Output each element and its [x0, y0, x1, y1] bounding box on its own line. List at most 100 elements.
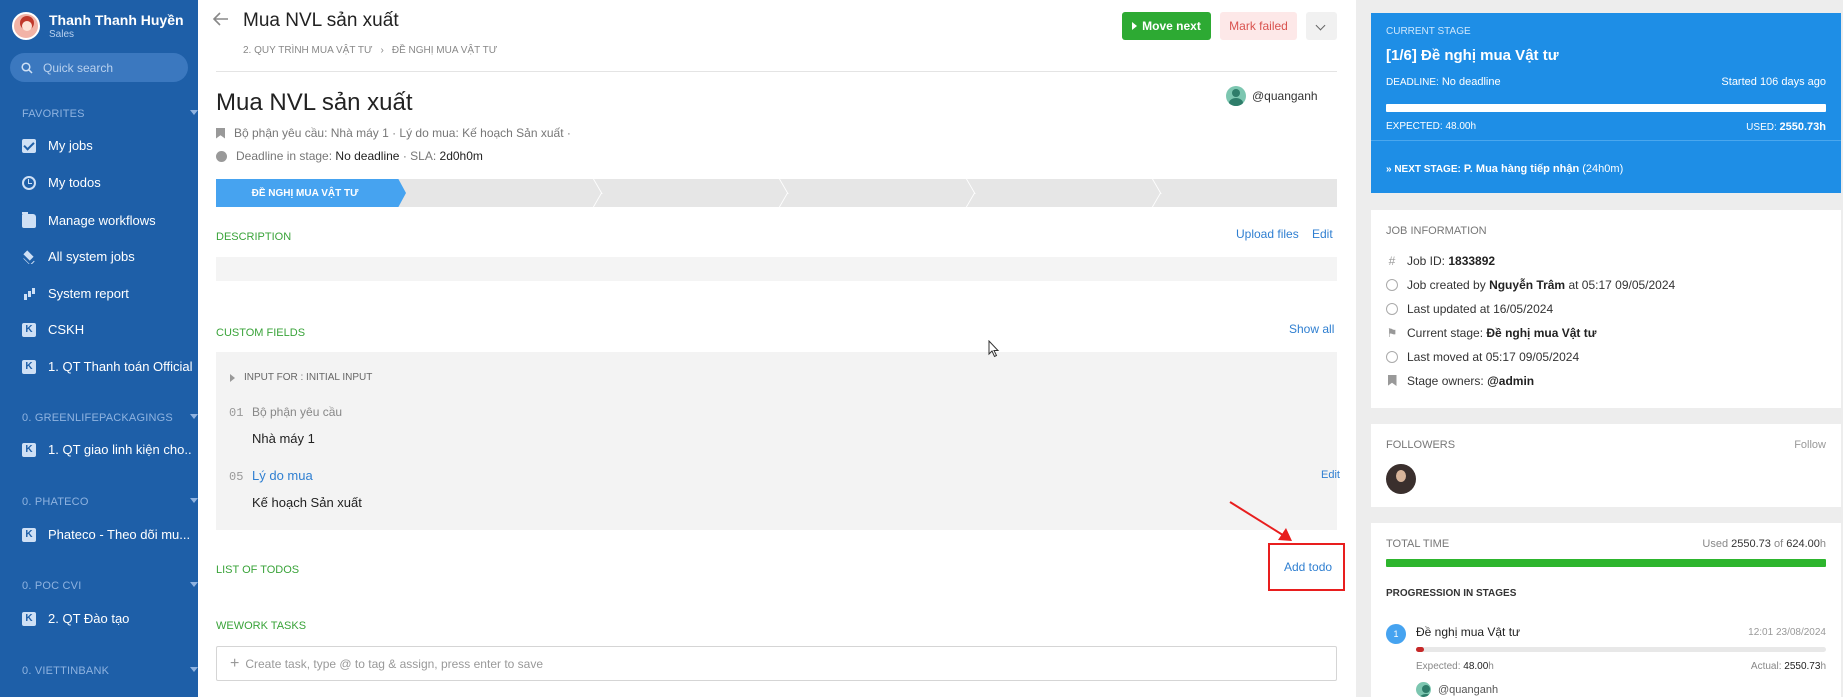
breadcrumb: 2. QUY TRÌNH MUA VẬT TƯ › ĐỀ NGHỊ MUA VẬ… — [243, 45, 497, 56]
current-stage-title: [1/6] Đề nghị mua Vật tư — [1386, 47, 1559, 64]
breadcrumb-stage[interactable]: ĐỀ NGHỊ MUA VẬT TƯ — [392, 45, 497, 56]
section-favorites[interactable]: FAVORITES — [22, 108, 198, 120]
chevron-down-icon — [190, 667, 198, 672]
bookmark-icon — [1386, 375, 1398, 387]
progression-label: PROGRESSION IN STAGES — [1386, 588, 1517, 599]
nav-phateco[interactable]: K Phateco - Theo dõi mu... — [22, 527, 192, 542]
nav-qt-thanh-toan[interactable]: K 1. QT Thanh toán Official — [22, 359, 192, 374]
search-icon — [21, 61, 33, 74]
breadcrumb-workflow[interactable]: 2. QUY TRÌNH MUA VẬT TƯ — [243, 45, 373, 56]
red-arrow-annotation — [1229, 501, 1292, 541]
play-icon — [1132, 22, 1138, 30]
back-arrow-icon[interactable] — [212, 10, 229, 31]
current-stage-card: CURRENT STAGE [1/6] Đề nghị mua Vật tư D… — [1371, 13, 1841, 193]
job-assignee[interactable]: @quanganh — [1226, 86, 1318, 106]
todos-label: LIST OF TODOS — [216, 564, 300, 576]
edit-field-link[interactable]: Edit — [1321, 469, 1340, 481]
chevron-down-icon — [190, 110, 198, 115]
current-stage-label: CURRENT STAGE — [1386, 26, 1471, 37]
user-profile[interactable]: Thanh Thanh Huyền Sales — [12, 12, 184, 40]
mouse-cursor-icon — [988, 340, 1000, 358]
quick-search[interactable] — [10, 53, 188, 82]
job-title: Mua NVL sản xuất — [216, 89, 413, 116]
current-stage-row: ⚑ Current stage: Đề nghị mua Vật tư — [1386, 326, 1597, 340]
divider — [1371, 140, 1841, 141]
section-greenlife[interactable]: 0. GREENLIFEPACKAGINGS — [22, 412, 198, 424]
workflow-k-icon: K — [22, 359, 36, 374]
move-next-button[interactable]: Move next — [1122, 12, 1211, 40]
mark-failed-button[interactable]: Mark failed — [1220, 12, 1297, 40]
owner-avatar — [1416, 682, 1431, 697]
workflow-k-icon: K — [22, 527, 36, 542]
layers-icon — [22, 250, 36, 264]
nav-qt-dao-tao[interactable]: K 2. QT Đào tạo — [22, 611, 192, 626]
job-deadline: Deadline in stage: No deadline · SLA: 2d… — [216, 149, 483, 163]
field-number: 01 — [229, 406, 244, 420]
section-viettinbank[interactable]: 0. VIETTINBANK — [22, 665, 198, 677]
workflow-k-icon: K — [22, 322, 36, 337]
workflow-k-icon: K — [22, 442, 36, 457]
edit-description-link[interactable]: Edit — [1312, 227, 1333, 241]
nav-cskh[interactable]: K CSKH — [22, 322, 192, 337]
total-time-used: Used 2550.73 of 624.00h — [1702, 538, 1826, 550]
total-time-label: TOTAL TIME — [1386, 538, 1450, 550]
highlight-box — [1268, 543, 1345, 591]
nav-all-system-jobs[interactable]: All system jobs — [22, 249, 192, 264]
job-id-row: # Job ID: 1833892 — [1386, 254, 1495, 268]
right-panel: CURRENT STAGE [1/6] Đề nghị mua Vật tư D… — [1356, 0, 1843, 697]
stage-owners-row: Stage owners: @admin — [1386, 374, 1534, 388]
field-label[interactable]: Lý do mua — [252, 468, 313, 483]
stage-name: Đề nghị mua Vật tư — [1416, 625, 1521, 639]
field-number: 05 — [229, 470, 244, 484]
show-all-link[interactable]: Show all — [1289, 322, 1334, 336]
more-actions-button[interactable] — [1306, 12, 1337, 40]
job-updated-row: Last updated at 16/05/2024 — [1386, 302, 1553, 316]
nav-my-todos[interactable]: My todos — [22, 175, 192, 190]
stage-progress-bar: ĐỀ NGHỊ MUA VẬT TƯ — [216, 179, 1337, 207]
stage-used: USED: 2550.73h — [1746, 121, 1826, 133]
stage-separator — [966, 179, 976, 207]
bar-chart-icon — [22, 287, 36, 301]
stage-progress-fill — [1416, 647, 1424, 652]
follow-button[interactable]: Follow — [1794, 439, 1826, 451]
clock-icon — [1386, 351, 1398, 363]
field-value: Kế hoạch Sản xuất — [252, 495, 362, 510]
nav-system-report[interactable]: System report — [22, 286, 192, 301]
field-value: Nhà máy 1 — [252, 431, 315, 446]
bookmark-icon — [216, 127, 225, 139]
sidebar: Thanh Thanh Huyền Sales FAVORITES My job… — [0, 0, 198, 697]
workflow-k-icon: K — [22, 611, 36, 626]
stage-active[interactable]: ĐỀ NGHỊ MUA VẬT TƯ — [216, 179, 406, 207]
total-time-card: TOTAL TIME Used 2550.73 of 624.00h PROGR… — [1371, 523, 1841, 697]
user-name: Thanh Thanh Huyền — [49, 12, 184, 28]
field-label: Bộ phận yêu cầu — [252, 405, 343, 419]
section-poc-cvi[interactable]: 0. POC CVI — [22, 580, 198, 592]
stage-number-badge: 1 — [1386, 624, 1406, 644]
followers-label: FOLLOWERS — [1386, 439, 1456, 451]
stage-progress-bar — [1416, 647, 1826, 652]
description-box[interactable] — [216, 257, 1337, 281]
folder-icon — [22, 212, 36, 228]
stage-separator — [779, 179, 789, 207]
custom-fields-group[interactable]: INPUT FOR : INITIAL INPUT — [230, 372, 372, 383]
create-task-input[interactable] — [245, 656, 1046, 671]
stage-actual: Actual: 2550.73h — [1750, 661, 1826, 672]
nav-my-jobs[interactable]: My jobs — [22, 138, 192, 153]
header-divider — [216, 71, 1337, 72]
user-role: Sales — [49, 29, 75, 40]
follower-avatar[interactable] — [1386, 464, 1416, 494]
breadcrumb-separator: › — [380, 45, 384, 56]
assignee-avatar — [1226, 86, 1246, 106]
stage-owner: @quanganh — [1416, 682, 1498, 697]
task-input-box[interactable]: + — [216, 646, 1337, 681]
nav-manage-workflows[interactable]: Manage workflows — [22, 212, 192, 228]
section-phateco[interactable]: 0. PHATECO — [22, 496, 198, 508]
caret-right-icon — [230, 373, 235, 382]
search-input[interactable] — [43, 60, 183, 75]
description-label: DESCRIPTION — [216, 231, 292, 243]
job-information-card: JOB INFORMATION # Job ID: 1833892 Job cre… — [1371, 210, 1841, 408]
last-moved-row: Last moved at 05:17 09/05/2024 — [1386, 350, 1579, 364]
nav-qt-giao-linh-kien[interactable]: K 1. QT giao linh kiện cho... — [22, 442, 192, 457]
upload-files-link[interactable]: Upload files — [1236, 227, 1299, 241]
hash-icon: # — [1388, 254, 1396, 268]
